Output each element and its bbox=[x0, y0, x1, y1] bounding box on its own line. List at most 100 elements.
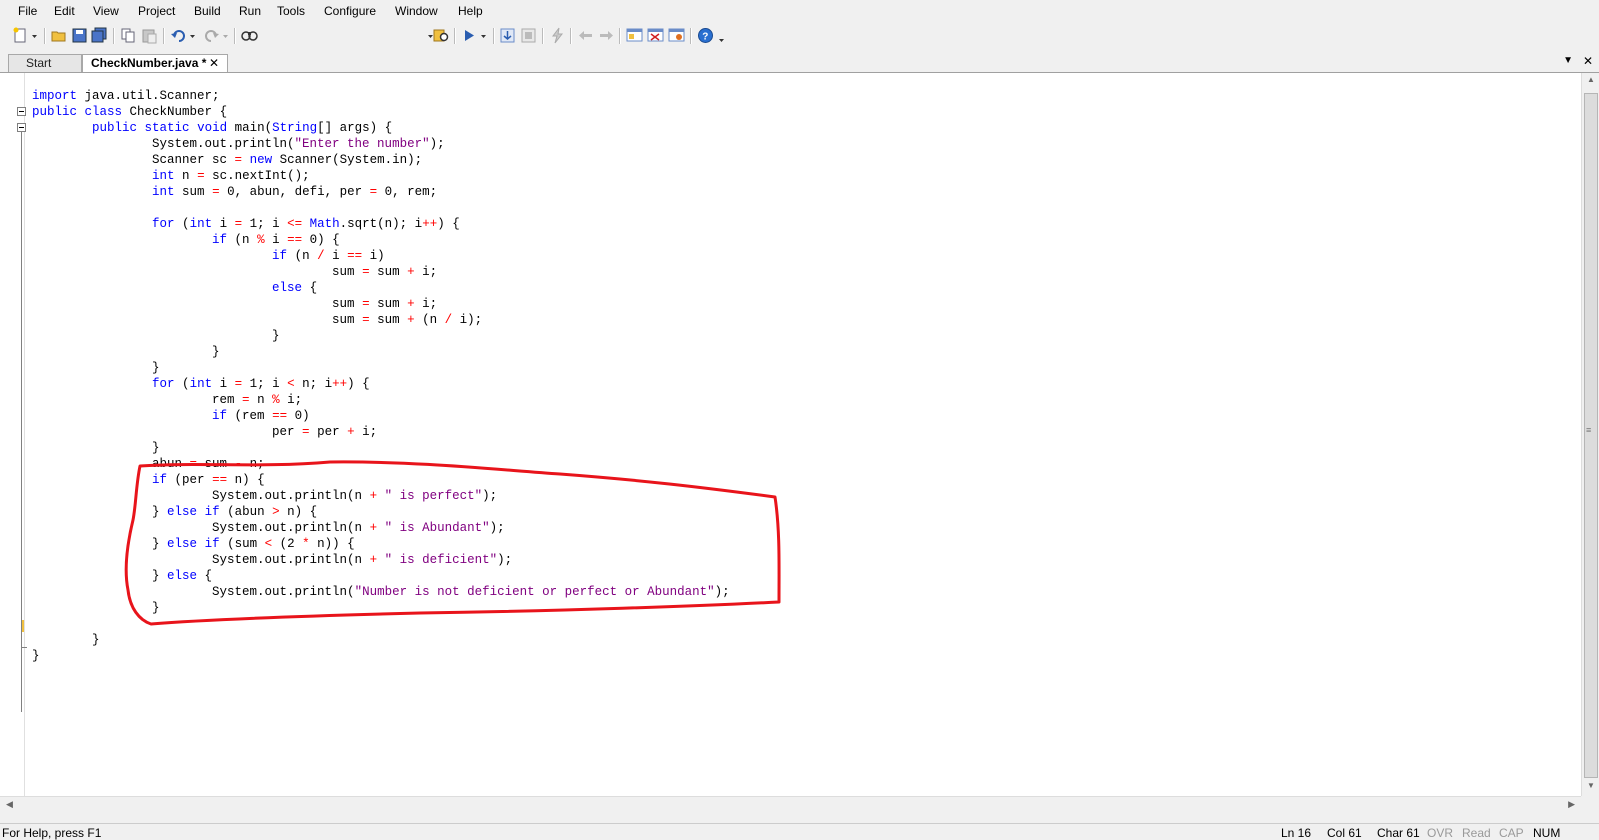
menu-file[interactable]: File bbox=[18, 4, 37, 18]
code-line[interactable]: public class CheckNumber { bbox=[32, 105, 227, 119]
find-in-files-icon[interactable] bbox=[433, 27, 450, 44]
options-icon[interactable] bbox=[668, 27, 685, 44]
stop-icon[interactable] bbox=[520, 27, 537, 44]
scroll-thumb[interactable] bbox=[1584, 93, 1598, 778]
code-line[interactable]: System.out.println("Enter the number"); bbox=[32, 137, 445, 151]
chevron-down-icon[interactable] bbox=[30, 27, 39, 44]
menu-configure[interactable]: Configure bbox=[324, 4, 376, 18]
tab-list-icon[interactable]: ▼ bbox=[1563, 55, 1573, 66]
copy-icon[interactable] bbox=[120, 27, 137, 44]
new-file-icon[interactable] bbox=[12, 27, 29, 44]
scroll-right-icon[interactable]: ▶ bbox=[1568, 799, 1575, 810]
code-line[interactable]: if (rem == 0) bbox=[32, 409, 310, 423]
compile-icon[interactable] bbox=[549, 27, 566, 44]
code-line[interactable]: sum = sum + i; bbox=[32, 297, 437, 311]
save-all-icon[interactable] bbox=[91, 27, 108, 44]
code-line[interactable]: System.out.println(n + " is Abundant"); bbox=[32, 521, 505, 535]
code-line[interactable]: System.out.println(n + " is perfect"); bbox=[32, 489, 497, 503]
code-line[interactable]: per = per + i; bbox=[32, 425, 377, 439]
horizontal-scrollbar[interactable]: ◀ ▶ bbox=[0, 796, 1581, 813]
step-icon[interactable] bbox=[499, 27, 516, 44]
toolbar-separator bbox=[454, 28, 456, 44]
menu-project[interactable]: Project bbox=[138, 4, 175, 18]
tab-start-page[interactable]: Start Page bbox=[8, 54, 82, 87]
menu-build[interactable]: Build bbox=[194, 4, 221, 18]
close-icon[interactable]: ✕ bbox=[1583, 54, 1593, 68]
code-line[interactable]: } bbox=[32, 361, 160, 375]
toolbar-separator bbox=[113, 28, 115, 44]
code-line[interactable]: for (int i = 1; i <= Math.sqrt(n); i++) … bbox=[32, 217, 460, 231]
code-line[interactable]: } bbox=[32, 649, 40, 663]
menu-view[interactable]: View bbox=[93, 4, 119, 18]
code-line[interactable]: } else if (sum < (2 * n)) { bbox=[32, 537, 355, 551]
close-icon[interactable]: ✕ bbox=[209, 55, 219, 72]
code-line[interactable]: import java.util.Scanner; bbox=[32, 89, 220, 103]
code-line[interactable]: if (per == n) { bbox=[32, 473, 265, 487]
status-col: Col 61 bbox=[1327, 826, 1362, 840]
redo-icon[interactable] bbox=[203, 27, 220, 44]
code-line[interactable]: sum = sum + i; bbox=[32, 265, 437, 279]
forward-icon[interactable] bbox=[598, 27, 615, 44]
undo-icon[interactable] bbox=[170, 27, 187, 44]
chevron-down-icon[interactable] bbox=[479, 27, 488, 44]
find-icon[interactable] bbox=[241, 27, 258, 44]
toolbar-separator bbox=[542, 28, 544, 44]
menu-tools[interactable]: Tools bbox=[277, 4, 305, 18]
code-line[interactable]: int sum = 0, abun, defi, per = 0, rem; bbox=[32, 185, 437, 199]
code-line[interactable]: if (n % i == 0) { bbox=[32, 233, 340, 247]
toolbar-separator bbox=[234, 28, 236, 44]
fold-toggle-icon[interactable] bbox=[17, 123, 26, 132]
tab-bar: Start Page CheckNumber.java * ✕ ▼ ✕ bbox=[0, 52, 1599, 87]
scroll-up-icon[interactable]: ▲ bbox=[1587, 75, 1595, 84]
code-line[interactable]: } else { bbox=[32, 569, 212, 583]
code-line[interactable]: for (int i = 1; i < n; i++) { bbox=[32, 377, 370, 391]
code-line[interactable]: rem = n % i; bbox=[32, 393, 302, 407]
code-line[interactable]: } bbox=[32, 633, 100, 647]
menu-run[interactable]: Run bbox=[239, 4, 261, 18]
menu-help[interactable]: Help bbox=[458, 4, 483, 18]
status-bar: For Help, press F1 Ln 16 Col 61 Char 61 … bbox=[0, 823, 1599, 840]
code-line[interactable]: System.out.println(n + " is deficient"); bbox=[32, 553, 512, 567]
code-line[interactable]: abun = sum - n; bbox=[32, 457, 265, 471]
code-line[interactable]: int n = sc.nextInt(); bbox=[32, 169, 310, 183]
code-line[interactable]: else { bbox=[32, 281, 317, 295]
code-line[interactable]: } bbox=[32, 345, 220, 359]
scroll-down-icon[interactable]: ▼ bbox=[1587, 781, 1595, 790]
status-ovr: OVR bbox=[1427, 826, 1454, 840]
toolbar-separator bbox=[570, 28, 572, 44]
paste-icon[interactable] bbox=[141, 27, 158, 44]
status-read: Read bbox=[1462, 826, 1491, 840]
tab-checknumber-java[interactable]: CheckNumber.java * ✕ bbox=[82, 54, 228, 72]
save-icon[interactable] bbox=[71, 27, 88, 44]
menu-edit[interactable]: Edit bbox=[54, 4, 75, 18]
browse-icon[interactable] bbox=[647, 27, 664, 44]
vertical-scrollbar[interactable]: ▲ ≡ ▼ bbox=[1581, 73, 1599, 796]
fold-toggle-icon[interactable] bbox=[17, 107, 26, 116]
code-line[interactable]: } bbox=[32, 329, 280, 343]
change-marker bbox=[22, 620, 24, 632]
code-line[interactable]: } bbox=[32, 441, 160, 455]
tab-label: CheckNumber.java * bbox=[91, 56, 207, 70]
scroll-left-icon[interactable]: ◀ bbox=[6, 799, 13, 810]
chevron-down-icon[interactable] bbox=[188, 27, 197, 44]
code-line[interactable]: } else if (abun > n) { bbox=[32, 505, 317, 519]
chevron-down-icon[interactable] bbox=[717, 27, 726, 44]
help-icon[interactable]: ? bbox=[697, 27, 714, 44]
code-line[interactable]: } bbox=[32, 601, 160, 615]
status-line: Ln 16 bbox=[1281, 826, 1312, 840]
code-line[interactable]: if (n / i == i) bbox=[32, 249, 385, 263]
chevron-down-icon[interactable] bbox=[221, 27, 230, 44]
code-text[interactable]: import java.util.Scanner; public class C… bbox=[32, 88, 730, 664]
run-icon[interactable] bbox=[461, 27, 478, 44]
toolbar-separator bbox=[163, 28, 165, 44]
code-line[interactable]: Scanner sc = new Scanner(System.in); bbox=[32, 153, 422, 167]
menu-window[interactable]: Window bbox=[395, 4, 438, 18]
search-combo[interactable] bbox=[264, 27, 437, 44]
code-line[interactable]: public static void main(String[] args) { bbox=[32, 121, 392, 135]
code-line[interactable]: sum = sum + (n / i); bbox=[32, 313, 482, 327]
code-editor[interactable]: import java.util.Scanner; public class C… bbox=[0, 73, 1581, 796]
window-icon[interactable] bbox=[626, 27, 643, 44]
code-line[interactable]: System.out.println("Number is not defici… bbox=[32, 585, 730, 599]
open-icon[interactable] bbox=[51, 27, 68, 44]
back-icon[interactable] bbox=[577, 27, 594, 44]
